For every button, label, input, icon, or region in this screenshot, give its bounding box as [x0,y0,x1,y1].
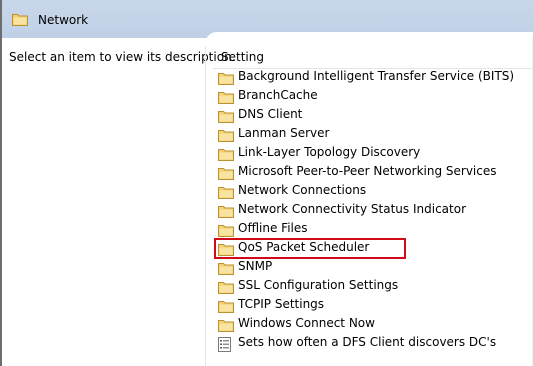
folder-icon [218,147,234,164]
list-item-link-layer-topology[interactable]: Link-Layer Topology Discovery [218,144,528,163]
list-item-label: Microsoft Peer-to-Peer Networking Servic… [238,164,497,178]
folder-icon [218,185,234,202]
list-item-label: DNS Client [238,107,303,121]
list-item-network-connections[interactable]: Network Connections [218,182,528,201]
policy-setting-icon [218,337,232,355]
list-item-connectivity-status[interactable]: Network Connectivity Status Indicator [218,201,528,220]
list-item-offline-files[interactable]: Offline Files [218,220,528,239]
folder-icon [218,71,234,88]
folder-icon [12,12,28,29]
list-pane-tab [205,32,533,46]
highlight-box [214,238,406,259]
list-item-label: Link-Layer Topology Discovery [238,145,421,159]
list-item-label: SSL Configuration Settings [238,278,399,292]
list-item-windows-connect-now[interactable]: Windows Connect Now [218,315,528,334]
pane-divider[interactable] [205,46,206,366]
list-item-label: Windows Connect Now [238,316,375,330]
list-item-branchcache[interactable]: BranchCache [218,87,528,106]
folder-icon [218,318,234,335]
list-item-bits[interactable]: Background Intelligent Transfer Service … [218,68,528,87]
list-item-label: Network Connections [238,183,367,197]
list-item-peer-to-peer[interactable]: Microsoft Peer-to-Peer Networking Servic… [218,163,528,182]
list-item-label: Background Intelligent Transfer Service … [238,69,515,83]
folder-icon [218,128,234,145]
column-header-setting[interactable]: Setting [213,45,533,69]
list-item-tcpip-settings[interactable]: TCPIP Settings [218,296,528,315]
list-item-label: TCPIP Settings [238,297,325,311]
folder-icon [218,204,234,221]
column-header-label: Setting [221,50,264,64]
folder-icon [218,299,234,316]
list-item-ssl-configuration[interactable]: SSL Configuration Settings [218,277,528,296]
list-item-dfs-client-setting[interactable]: Sets how often a DFS Client discovers DC… [218,334,528,353]
list-item-label: BranchCache [238,88,318,102]
list-item-dns-client[interactable]: DNS Client [218,106,528,125]
folder-icon [218,109,234,126]
list-item-label: Offline Files [238,221,308,235]
settings-list: Background Intelligent Transfer Service … [218,68,528,353]
description-text: Select an item to view its description. [9,50,236,64]
list-item-label: Sets how often a DFS Client discovers DC… [238,335,497,349]
list-item-label: Network Connectivity Status Indicator [238,202,467,216]
folder-icon [218,166,234,183]
list-item-label: Lanman Server [238,126,330,140]
folder-icon [218,261,234,278]
list-item-lanman-server[interactable]: Lanman Server [218,125,528,144]
list-item-snmp[interactable]: SNMP [218,258,528,277]
list-item-label: SNMP [238,259,273,273]
folder-icon [218,280,234,297]
folder-icon [218,90,234,107]
page-title: Network [38,13,89,27]
